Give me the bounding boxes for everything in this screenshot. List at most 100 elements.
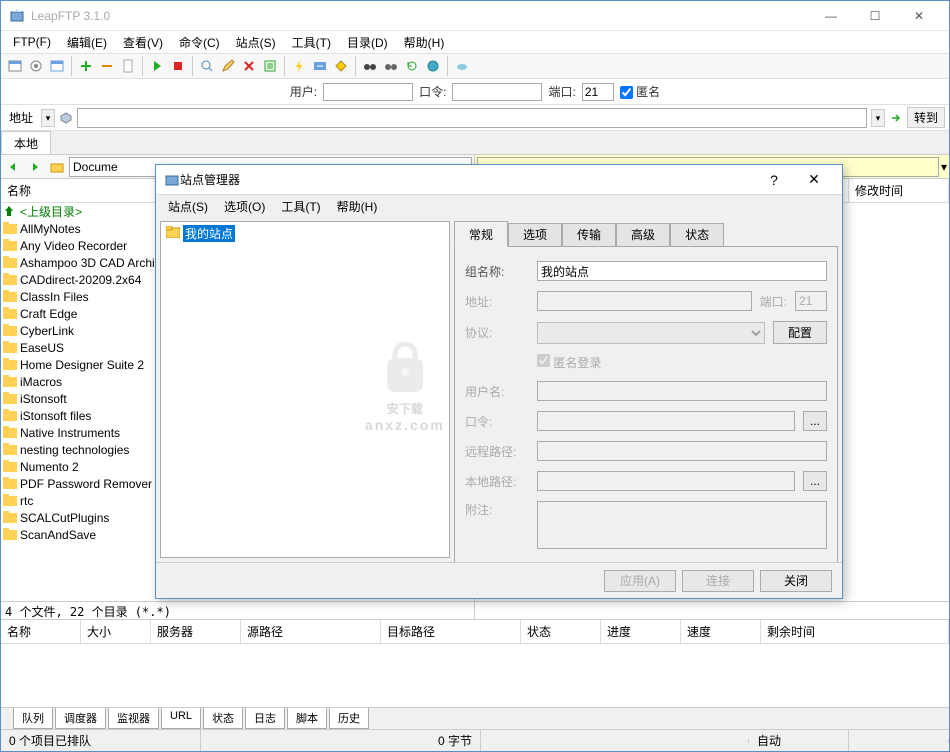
btab-monitor[interactable]: 监视器 [108,708,159,729]
btab-scheduler[interactable]: 调度器 [55,708,106,729]
delete-icon[interactable] [239,56,259,76]
qcol-progress[interactable]: 进度 [601,620,681,643]
rcol-date[interactable]: 修改时间 [849,179,949,202]
menu-edit[interactable]: 编辑(E) [59,32,115,53]
anon-checkbox[interactable] [620,86,633,99]
tree-root-label: 我的站点 [183,225,235,242]
anon-checkbox-wrap[interactable]: 匿名 [620,83,660,100]
file-name: ScanAndSave [20,528,96,542]
menu-directory[interactable]: 目录(D) [339,32,396,53]
globe-icon[interactable] [423,56,443,76]
qcol-name[interactable]: 名称 [1,620,81,643]
qcol-eta[interactable]: 剩余时间 [761,620,949,643]
btab-history[interactable]: 历史 [329,708,369,729]
remote-path-dropdown-icon[interactable]: ▾ [941,160,947,174]
cube-icon[interactable] [59,111,73,125]
close-button[interactable]: ✕ [897,2,941,30]
doc-icon[interactable] [118,56,138,76]
go-icon[interactable] [889,111,903,125]
dialog-right: 常规 选项 传输 高级 状态 组名称: 地址: 端口: 协议: [454,221,838,558]
edit-icon[interactable] [218,56,238,76]
qcol-speed[interactable]: 速度 [681,620,761,643]
pass-browse-button[interactable]: ... [803,411,827,431]
search-icon[interactable] [197,56,217,76]
binoculars2-icon[interactable] [381,56,401,76]
btab-log[interactable]: 日志 [245,708,285,729]
play-icon[interactable] [147,56,167,76]
groupname-input[interactable] [537,261,827,281]
tree-root-item[interactable]: 我的站点 [163,224,447,242]
btab-status[interactable]: 状态 [203,708,243,729]
queue-body[interactable] [1,644,949,707]
duser-label: 用户名: [465,383,529,400]
user-input[interactable] [323,83,413,101]
address-history-icon[interactable]: ▾ [871,109,885,127]
dialog-close-button[interactable]: ✕ [794,171,834,188]
titlebar: LeapFTP 3.1.0 — ☐ ✕ [1,1,949,31]
qcol-status[interactable]: 状态 [521,620,601,643]
dialog-body: 我的站点 常规 选项 传输 高级 状态 组名称: 地址: 端口: [156,217,842,562]
menu-ftp[interactable]: FTP(F) [5,33,59,51]
minimize-button[interactable]: — [809,2,853,30]
sites-icon[interactable] [5,56,25,76]
address-input[interactable] [77,108,867,128]
transfer-icon[interactable] [310,56,330,76]
menu-site[interactable]: 站点(S) [228,32,284,53]
minus-icon[interactable] [97,56,117,76]
menu-command[interactable]: 命令(C) [171,32,228,53]
back-icon[interactable] [3,157,23,177]
tab-local[interactable]: 本地 [1,131,51,154]
dmenu-options[interactable]: 选项(O) [216,196,273,217]
qcol-dstpath[interactable]: 目标路径 [381,620,521,643]
file-name: Any Video Recorder [20,239,127,253]
plus-icon[interactable] [76,56,96,76]
calendar-icon[interactable] [47,56,67,76]
dmenu-tools[interactable]: 工具(T) [273,196,328,217]
btab-script[interactable]: 脚本 [287,708,327,729]
address-dropdown-icon[interactable]: ▾ [41,109,55,127]
anon-label: 匿名 [636,85,660,99]
local-browse-button[interactable]: ... [803,471,827,491]
site-tree[interactable]: 我的站点 [160,221,450,558]
maximize-button[interactable]: ☐ [853,2,897,30]
menu-help[interactable]: 帮助(H) [396,32,453,53]
pane-tabs: 本地 [1,131,949,155]
close-dialog-button[interactable]: 关闭 [760,570,832,592]
dtab-general[interactable]: 常规 [454,221,508,247]
qcol-size[interactable]: 大小 [81,620,151,643]
dmenu-site[interactable]: 站点(S) [160,196,216,217]
dmenu-help[interactable]: 帮助(H) [329,196,386,217]
menu-tools[interactable]: 工具(T) [284,32,339,53]
apply-button[interactable]: 应用(A) [604,570,676,592]
folder-icon [3,511,17,525]
btab-url[interactable]: URL [161,708,201,729]
go-button[interactable]: 转到 [907,107,945,128]
anon-login-wrap[interactable]: 匿名登录 [537,354,601,371]
menu-view[interactable]: 查看(V) [115,32,171,53]
folder-icon [3,494,17,508]
qcol-srcpath[interactable]: 源路径 [241,620,381,643]
dtab-transfer[interactable]: 传输 [562,223,616,247]
dtab-options[interactable]: 选项 [508,223,562,247]
binoculars-icon[interactable] [360,56,380,76]
lightning-icon[interactable] [289,56,309,76]
refresh-icon[interactable] [402,56,422,76]
config-button[interactable]: 配置 [773,321,827,344]
connect-button[interactable]: 连接 [682,570,754,592]
dport-label: 端口: [760,293,787,310]
cloud-icon[interactable] [452,56,472,76]
gear-icon[interactable] [26,56,46,76]
diamond-icon[interactable] [331,56,351,76]
folder-icon [3,443,17,457]
dialog-help-button[interactable]: ? [754,172,794,188]
forward-icon[interactable] [25,157,45,177]
port-input[interactable] [582,83,614,101]
stop-icon[interactable] [168,56,188,76]
btab-queue[interactable]: 队列 [13,708,53,729]
config-icon[interactable] [260,56,280,76]
dtab-status[interactable]: 状态 [670,223,724,247]
dtab-advanced[interactable]: 高级 [616,223,670,247]
qcol-server[interactable]: 服务器 [151,620,241,643]
folder-icon[interactable] [47,157,67,177]
pass-input[interactable] [452,83,542,101]
